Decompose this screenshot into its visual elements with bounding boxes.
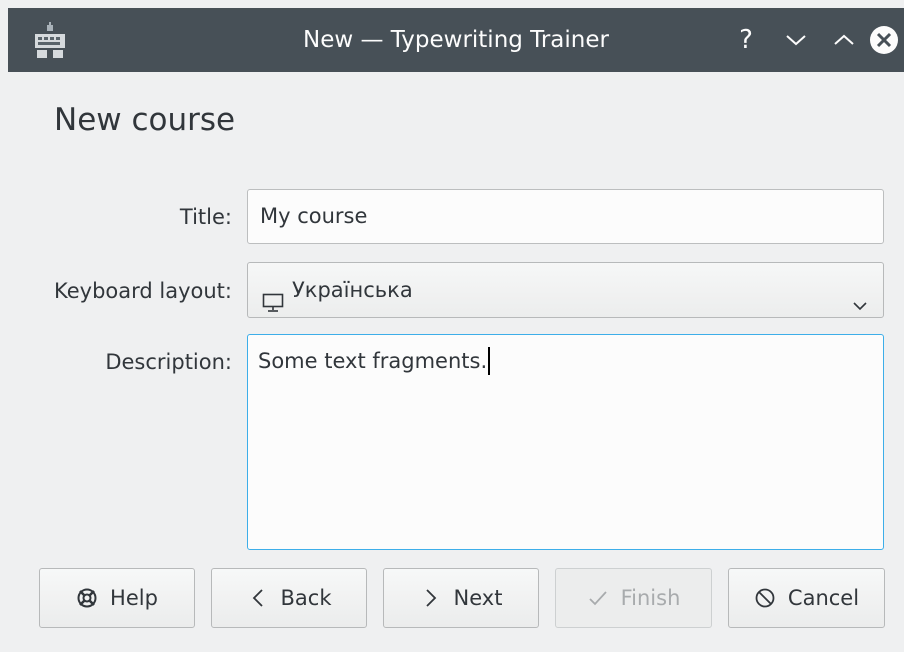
chevron-left-icon bbox=[247, 587, 269, 609]
description-textarea[interactable]: Some text fragments. bbox=[247, 334, 884, 550]
finish-button[interactable]: Finish bbox=[555, 568, 712, 628]
cancel-button-label: Cancel bbox=[787, 586, 860, 610]
help-question-icon[interactable]: ? bbox=[728, 22, 764, 58]
wizard-window: New — Typewriting Trainer ? New course T… bbox=[0, 0, 904, 652]
finish-button-label: Finish bbox=[620, 586, 681, 610]
minimize-chevron-down-icon[interactable] bbox=[778, 22, 814, 58]
close-icon[interactable] bbox=[866, 22, 902, 58]
monitor-icon bbox=[262, 279, 284, 312]
help-button[interactable]: Help bbox=[39, 568, 195, 628]
title-input[interactable]: My course bbox=[247, 189, 884, 244]
lifebuoy-icon bbox=[76, 587, 98, 609]
keyboard-layout-label: Keyboard layout: bbox=[54, 279, 232, 303]
back-button-label: Back bbox=[280, 586, 332, 610]
checkmark-icon bbox=[587, 587, 609, 609]
window-title: New — Typewriting Trainer bbox=[303, 27, 609, 53]
cancel-button[interactable]: Cancel bbox=[728, 568, 885, 628]
maximize-chevron-up-icon[interactable] bbox=[826, 22, 862, 58]
keyboard-layout-value: Українська bbox=[292, 278, 413, 302]
help-button-label: Help bbox=[110, 586, 158, 610]
chevron-right-icon bbox=[420, 587, 442, 609]
title-label: Title: bbox=[179, 205, 232, 229]
description-text: Some text fragments. bbox=[258, 349, 488, 373]
description-label: Description: bbox=[105, 350, 232, 374]
next-button-label: Next bbox=[453, 586, 503, 610]
page-heading: New course bbox=[54, 102, 236, 138]
next-button[interactable]: Next bbox=[383, 568, 539, 628]
cancel-circle-icon bbox=[754, 587, 776, 609]
keyboard-layout-select[interactable]: Українська bbox=[247, 262, 884, 318]
text-cursor bbox=[488, 347, 491, 375]
back-button[interactable]: Back bbox=[211, 568, 367, 628]
title-bar[interactable]: New — Typewriting Trainer ? bbox=[8, 8, 904, 72]
chevron-down-icon bbox=[851, 281, 869, 311]
